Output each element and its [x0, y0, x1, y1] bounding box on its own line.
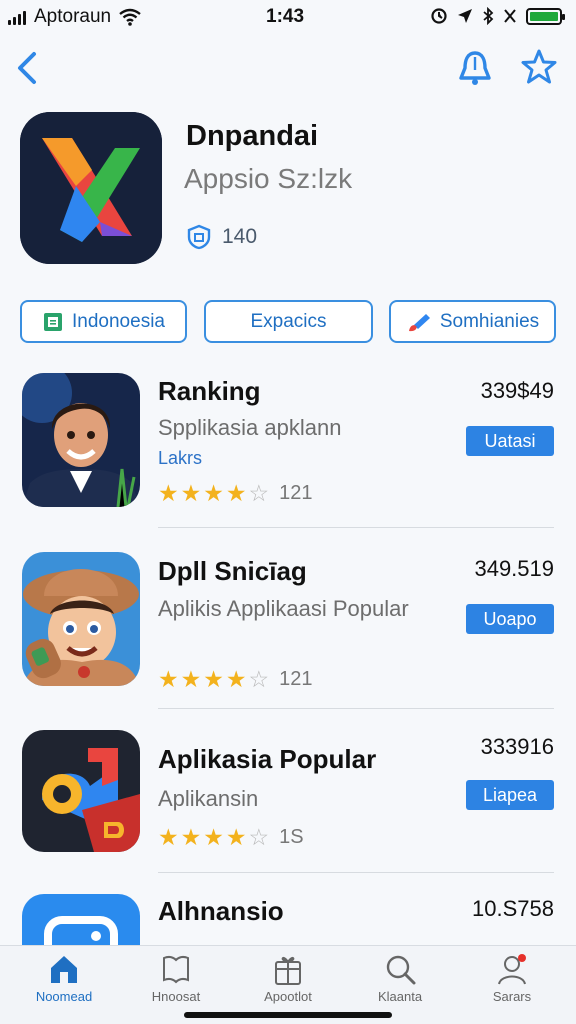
- star-filled-icon: ★: [180, 480, 202, 506]
- chip-indonesia[interactable]: Indonoesia: [20, 300, 187, 343]
- app-name: Dpll Snicīag: [158, 556, 307, 586]
- app-title: Dnpandai: [186, 120, 319, 152]
- location-icon: [458, 9, 472, 23]
- list-item[interactable]: Dpll Snicīag Aplikis Applikaasi Popular …: [0, 552, 576, 702]
- app-icon-cartoon: [22, 552, 140, 686]
- tab-home[interactable]: Noomead: [14, 952, 114, 1004]
- tab-label: Sarars: [492, 989, 532, 1004]
- rating-stars: ★ ★ ★ ★ ☆ 1S: [158, 826, 304, 849]
- app-icon-camera: [22, 894, 140, 945]
- status-bar: Aptoraun 1:43: [0, 0, 576, 34]
- bluetooth-icon: [483, 7, 494, 25]
- app-price: 333916: [480, 734, 554, 759]
- person-icon: [498, 954, 526, 985]
- tab-search[interactable]: Klaanta: [350, 952, 450, 1004]
- home-icon: [51, 956, 77, 983]
- rating-stars: ★ ★ ★ ★ ☆ 121: [158, 668, 313, 691]
- star-filled-icon: ★: [225, 480, 247, 506]
- star-filled-icon: ★: [225, 666, 247, 692]
- get-button[interactable]: Uoapo: [466, 604, 554, 634]
- tab-apootlot[interactable]: Apootlot: [238, 952, 338, 1004]
- tab-profile[interactable]: Sarars: [462, 952, 562, 1004]
- tab-label: Hnoosat: [151, 989, 201, 1004]
- chip-expacics[interactable]: Expacics: [204, 300, 373, 343]
- rating-count: 140: [222, 225, 258, 248]
- home-indicator[interactable]: [184, 1012, 392, 1018]
- star-filled-icon: ★: [203, 666, 224, 692]
- chip-label: Expacics: [250, 310, 327, 332]
- bell-icon[interactable]: [456, 48, 494, 88]
- get-button[interactable]: Liapea: [466, 780, 554, 810]
- get-button[interactable]: Uatasi: [466, 426, 554, 456]
- star-filled-icon: ★: [158, 666, 179, 692]
- vibrate-icon: [504, 9, 516, 23]
- status-time: 1:43: [266, 6, 305, 27]
- rating-count: 121: [279, 482, 313, 504]
- chip-somhianies[interactable]: Somhianies: [389, 300, 556, 343]
- battery-icon: [526, 7, 565, 25]
- signal-icon: [8, 9, 26, 25]
- app-subtitle: Appsio Sz:lzk: [184, 163, 353, 194]
- back-chevron-icon[interactable]: [12, 50, 42, 86]
- list-item[interactable]: Aplikasia Popular Aplikansin ★ ★ ★ ★ ☆ 1…: [0, 730, 576, 880]
- app-logo: [20, 112, 162, 264]
- shield-icon: [187, 224, 211, 250]
- star-empty-icon: ☆: [248, 666, 270, 692]
- app-icon-avatar: [22, 373, 140, 507]
- carrier-label: Aptoraun: [34, 6, 112, 27]
- app-subtitle: Aplikansin: [158, 786, 259, 811]
- list-item[interactable]: Alhnansio 10.S758: [0, 892, 576, 945]
- rating-stars: ★ ★ ★ ★ ☆ 121: [158, 482, 313, 505]
- search-icon: [386, 955, 416, 985]
- tab-label: Klaanta: [377, 989, 423, 1004]
- star-empty-icon: ☆: [248, 480, 270, 506]
- tab-hnoosat[interactable]: Hnoosat: [126, 952, 226, 1004]
- app-price: 10.S758: [472, 896, 554, 921]
- status-right: [430, 7, 565, 25]
- grid-icon: [44, 312, 63, 331]
- app-subtitle: Aplikis Applikaasi Popular: [158, 596, 409, 621]
- chip-label: Somhianies: [439, 310, 540, 332]
- star-empty-icon: ☆: [248, 824, 270, 850]
- alarm-icon: [431, 8, 447, 24]
- app-subtitle: Spplikasia apklann: [158, 415, 342, 440]
- rating-count: 121: [279, 668, 313, 690]
- app-price: 349.519: [474, 556, 554, 581]
- divider: [158, 872, 554, 873]
- list-item[interactable]: Ranking Spplikasia apklann Lakrs ★ ★ ★ ★…: [0, 372, 576, 522]
- star-filled-icon: ★: [203, 824, 224, 850]
- paintbrush-icon: [408, 313, 430, 331]
- star-icon[interactable]: [520, 48, 558, 86]
- gift-icon: [275, 956, 301, 985]
- app-rating: 140: [186, 224, 257, 250]
- book-icon: [163, 955, 189, 984]
- star-filled-icon: ★: [180, 824, 202, 850]
- divider: [158, 708, 554, 709]
- app-subtitle-secondary: Lakrs: [158, 448, 203, 468]
- tab-label: Apootlot: [264, 989, 312, 1004]
- app-price: 339$49: [480, 378, 554, 403]
- rating-count: 1S: [279, 826, 304, 848]
- divider: [158, 527, 554, 528]
- star-filled-icon: ★: [158, 824, 179, 850]
- app-name: Ranking: [158, 376, 261, 406]
- chip-label: Indonoesia: [72, 310, 165, 332]
- app-name: Alhnansio: [158, 896, 284, 926]
- tab-label: Noomead: [35, 989, 93, 1004]
- wifi-icon: [119, 8, 141, 26]
- star-filled-icon: ★: [203, 480, 224, 506]
- category-chips: Indonoesia Expacics Somhianies: [20, 300, 558, 344]
- star-filled-icon: ★: [225, 824, 247, 850]
- app-name: Aplikasia Popular: [158, 744, 377, 774]
- status-left: Aptoraun: [8, 6, 141, 28]
- star-filled-icon: ★: [180, 666, 202, 692]
- star-filled-icon: ★: [158, 480, 179, 506]
- app-icon-music: [22, 730, 140, 852]
